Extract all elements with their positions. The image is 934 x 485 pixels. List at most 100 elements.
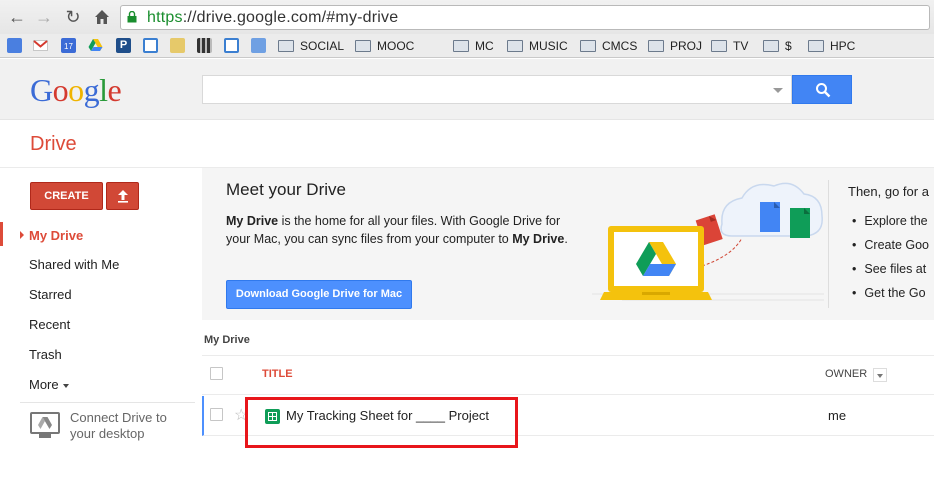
google-header: Google — [0, 59, 934, 120]
promo-next-item[interactable]: Explore the — [852, 214, 929, 238]
bookmark-folder-mooc[interactable]: MOOC — [355, 37, 414, 55]
column-owner[interactable]: OWNER — [825, 368, 867, 380]
product-title[interactable]: Drive — [30, 133, 77, 156]
logo-letter: o — [68, 72, 84, 108]
promo-bold-my-drive: My Drive — [226, 214, 279, 228]
bookmark-folder-music[interactable]: MUSIC — [507, 37, 568, 55]
folder-icon — [648, 40, 664, 52]
logo-letter: g — [83, 72, 100, 108]
connect-drive-line2: your desktop — [70, 426, 145, 441]
upload-button[interactable] — [106, 182, 139, 210]
select-all-checkbox[interactable] — [210, 367, 223, 380]
sidebar-item-trash[interactable]: Trash — [29, 347, 62, 362]
bookmark-folder-label: SOCIAL — [300, 39, 345, 53]
sidebar-item-starred[interactable]: Starred — [29, 287, 72, 302]
sidebar-item-my-drive[interactable]: My Drive — [29, 228, 83, 243]
bookmark-folder-social[interactable]: SOCIAL — [278, 37, 344, 55]
home-icon[interactable] — [91, 6, 113, 28]
search-input[interactable] — [202, 75, 792, 104]
bookmark-folder-label: PROJ — [670, 39, 703, 53]
bookmark-folder-label: MOOC — [377, 39, 415, 53]
search-options-icon[interactable] — [773, 88, 783, 93]
window-icon[interactable] — [143, 38, 158, 53]
active-indicator — [0, 222, 3, 246]
reload-icon[interactable]: ↻ — [62, 6, 84, 28]
sidebar-item-more[interactable]: More — [29, 377, 69, 392]
highlight-annotation — [245, 397, 518, 448]
sidebar-item-shared-with-me[interactable]: Shared with Me — [29, 257, 119, 272]
url-path: ://drive.google.com/#my-drive — [182, 9, 399, 26]
row-checkbox[interactable] — [210, 408, 223, 421]
sidebar-item-recent[interactable]: Recent — [29, 317, 70, 332]
monitor-icon — [30, 412, 60, 434]
welcome-promo: Meet your Drive My Drive is the home for… — [202, 168, 934, 320]
tiles-icon[interactable] — [197, 38, 212, 53]
bookmark-folder-tv[interactable]: TV — [711, 37, 748, 55]
promo-next-item[interactable]: Create Goo — [852, 238, 929, 262]
bookmark-folder-dollar[interactable]: $ — [763, 37, 792, 55]
bookmark-folder-label: CMCS — [602, 39, 638, 53]
gmail-icon[interactable] — [33, 38, 48, 53]
promo-next-item[interactable]: Get the Go — [852, 286, 929, 310]
bookmark-folder-hpc[interactable]: HPC — [808, 37, 855, 55]
promo-text: My Drive is the home for all your files.… — [226, 212, 586, 248]
bookmark-icon[interactable] — [251, 38, 266, 53]
url-text: https://drive.google.com/#my-drive — [147, 9, 398, 27]
lock-icon — [127, 11, 137, 23]
google-logo[interactable]: Google — [30, 72, 122, 109]
upload-icon — [118, 190, 128, 203]
logo-letter: G — [30, 72, 53, 108]
chevron-down-icon — [62, 383, 69, 388]
promo-title: Meet your Drive — [226, 180, 346, 199]
forward-icon[interactable]: → — [33, 6, 55, 28]
active-indicator-icon — [20, 231, 24, 239]
owner-sort-icon[interactable] — [873, 368, 887, 382]
connect-drive-line1: Connect Drive to — [70, 410, 167, 425]
back-icon[interactable]: ← — [6, 6, 28, 28]
logo-letter: o — [52, 72, 69, 108]
sidebar-divider — [20, 402, 195, 403]
folder-icon — [355, 40, 371, 52]
promo-divider — [828, 180, 829, 308]
promo-text-end: . — [564, 232, 568, 246]
connect-drive-link[interactable]: Connect Drive to your desktop — [30, 410, 200, 446]
url-scheme: https — [147, 9, 183, 26]
logo-letter: e — [107, 72, 122, 108]
logo-letter: l — [99, 72, 108, 108]
bookmark-folder-mc[interactable]: MC — [453, 37, 494, 55]
promo-next-list: Explore the Create Goo See files at Get … — [852, 214, 929, 310]
bookmark-folder-label: MUSIC — [529, 39, 568, 53]
drive-icon[interactable] — [88, 38, 103, 53]
folder-icon — [763, 40, 779, 52]
pandora-icon[interactable]: P — [116, 38, 131, 53]
list-column-header: TITLE OWNER — [202, 355, 934, 395]
search-button[interactable] — [792, 75, 852, 104]
file-owner: me — [828, 408, 847, 423]
search-icon — [816, 83, 831, 98]
bookmark-folder-proj[interactable]: PROJ — [648, 37, 702, 55]
promo-next-item[interactable]: See files at — [852, 262, 929, 286]
connect-drive-text: Connect Drive to your desktop — [70, 410, 167, 442]
google-docs-icon[interactable] — [7, 38, 22, 53]
list-heading: My Drive — [204, 334, 250, 346]
folder-icon — [580, 40, 596, 52]
folder-icon — [808, 40, 824, 52]
drive-sync-illustration — [592, 182, 824, 301]
window-icon[interactable] — [224, 38, 239, 53]
column-title[interactable]: TITLE — [262, 368, 293, 380]
address-bar[interactable]: https://drive.google.com/#my-drive — [120, 5, 930, 30]
bookmark-folder-label: $ — [785, 39, 792, 53]
folder-icon — [278, 40, 294, 52]
folder-icon — [711, 40, 727, 52]
bookmark-folder-label: HPC — [830, 39, 856, 53]
beer-icon[interactable] — [170, 38, 185, 53]
calendar-icon[interactable]: 17 — [61, 38, 76, 53]
bookmarks-bar: 17 P SOCIAL MOOC MC MUSIC CMCS PROJ TV $… — [0, 34, 934, 58]
promo-next-title: Then, go for a — [848, 184, 929, 199]
sidebar-item-label: More — [29, 377, 59, 392]
create-button[interactable]: CREATE — [30, 182, 103, 210]
folder-icon — [507, 40, 523, 52]
download-drive-button[interactable]: Download Google Drive for Mac — [226, 280, 412, 309]
browser-toolbar: ← → ↻ https://drive.google.com/#my-drive — [0, 0, 934, 34]
bookmark-folder-cmcs[interactable]: CMCS — [580, 37, 637, 55]
